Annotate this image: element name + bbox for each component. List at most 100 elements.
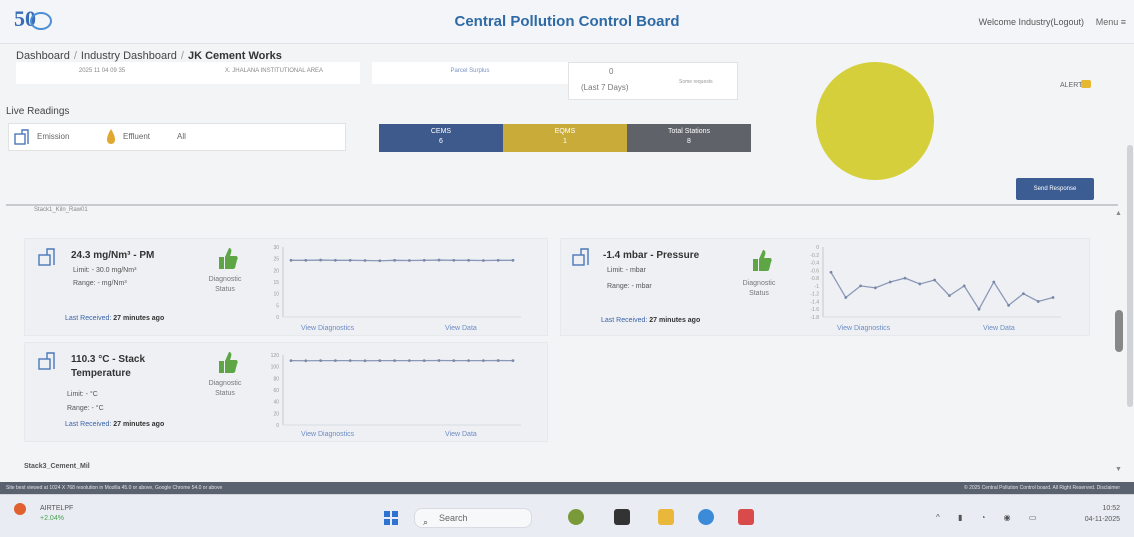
reading-card-pressure: -1.4 mbar - Pressure Limit: - mbar Range… <box>560 238 1090 336</box>
alert-count-period: (Last 7 Days) <box>581 83 629 92</box>
info-report-link[interactable]: Parcel Surplus <box>372 62 568 84</box>
chart-point <box>977 307 981 311</box>
reading-limit: Limit: - mbar <box>607 267 646 274</box>
last-received-time: 27 minutes ago <box>113 421 165 428</box>
page-scrollbar[interactable] <box>1127 145 1133 407</box>
reading-range: Range: - mbar <box>607 283 652 290</box>
breadcrumb-current: JK Cement Works <box>187 50 282 62</box>
taskbar-search[interactable]: ⌕ Search <box>414 508 532 528</box>
chart-tick-label: -1 <box>815 284 820 290</box>
chrome-icon[interactable] <box>698 509 714 525</box>
alert-count-note[interactable]: Some requests <box>679 79 713 85</box>
inner-scrollbar-thumb[interactable] <box>1115 310 1123 352</box>
chart-point <box>408 359 411 363</box>
page-title: Central Pollution Control Board <box>454 13 680 30</box>
chart-point <box>511 258 515 262</box>
chart-point <box>962 284 966 288</box>
windows-start-icon[interactable] <box>384 511 398 525</box>
chart-tick-label: 25 <box>273 257 279 263</box>
emission-icon <box>14 129 29 145</box>
status-circle <box>816 62 934 180</box>
system-tray[interactable]: ^ ▮ ◔ ◉ ▭ <box>936 513 1044 522</box>
chart-point <box>422 258 426 262</box>
clock-date: 04-11-2025 <box>1084 516 1120 523</box>
chart-point <box>334 258 337 262</box>
chart-point <box>903 276 907 280</box>
chart-point <box>859 284 862 288</box>
chart-point <box>933 278 936 282</box>
app-header: 50 Central Pollution Control Board Welco… <box>0 0 1134 44</box>
chart-point <box>1022 292 1025 296</box>
filter-effluent[interactable]: Effluent <box>123 132 150 141</box>
view-data-link[interactable]: View Data <box>445 431 477 438</box>
search-placeholder: Search <box>439 513 468 523</box>
app-icon-widgets[interactable] <box>568 509 584 525</box>
view-diagnostics-link[interactable]: View Diagnostics <box>837 325 890 332</box>
chart-tick-label: 0 <box>276 423 279 429</box>
welcome-logout-link[interactable]: Welcome Industry(Logout) <box>979 17 1084 27</box>
diagnostic-status-label: Diagnostic Status <box>208 276 242 293</box>
chart-tick-label: 40 <box>273 400 279 406</box>
chart-point <box>482 259 485 262</box>
chart-point <box>289 359 293 363</box>
diagnostic-status-label: Diagnostic Status <box>208 380 242 397</box>
reading-card-temperature: 110.3 °C - Stack Temperature Limit: - °C… <box>24 342 548 442</box>
chart-point <box>496 359 500 362</box>
view-diagnostics-link[interactable]: View Diagnostics <box>301 325 354 332</box>
view-data-link[interactable]: View Data <box>983 325 1015 332</box>
tile-total-label: Total Stations <box>667 128 711 135</box>
chart-tick-label: 0 <box>276 315 279 321</box>
tile-cems[interactable]: CEMS 6 <box>379 124 503 152</box>
last-received-label: Last Received: <box>65 421 112 428</box>
chart-series-line <box>830 271 1054 311</box>
last-received-time: 27 minutes ago <box>649 317 701 324</box>
reading-card-pm: 24.3 mg/Nm³ - PM Limit: - 30.0 mg/Nm³ Ra… <box>24 238 548 336</box>
menu-button[interactable]: Menu ≡ <box>1096 17 1126 27</box>
thumbs-up-icon <box>219 248 238 269</box>
diagnostic-status-label: Diagnostic Status <box>742 280 776 297</box>
scroll-up-arrow-icon[interactable]: ▲ <box>1115 210 1122 217</box>
tile-eqms-label: EQMS <box>554 128 576 135</box>
chart-tick-label: 120 <box>271 353 280 359</box>
send-response-button[interactable]: Send Response <box>1016 178 1094 200</box>
breadcrumb-industry-dashboard[interactable]: Industry Dashboard <box>81 50 177 62</box>
breadcrumb-dashboard[interactable]: Dashboard <box>16 50 70 62</box>
app-icon-taskview[interactable] <box>614 509 630 525</box>
site-footer: Site best viewed at 1024 X 768 resolutio… <box>0 482 1134 494</box>
view-data-link[interactable]: View Data <box>445 325 477 332</box>
filter-emission[interactable]: Emission <box>37 132 69 141</box>
chart-point <box>348 258 352 262</box>
chart-tick-label: -1.2 <box>810 292 819 298</box>
last-received: Last Received: 27 minutes ago <box>601 317 700 324</box>
chart-point <box>437 258 441 262</box>
tile-total-value: 8 <box>687 138 691 145</box>
chart-tick-label: 60 <box>273 388 279 394</box>
tile-total-stations[interactable]: Total Stations 8 <box>627 124 751 152</box>
last-received-label: Last Received: <box>65 315 112 322</box>
file-explorer-icon[interactable] <box>658 509 674 525</box>
breadcrumb-separator: / <box>180 50 184 62</box>
chart-tick-label: -1.8 <box>810 315 819 321</box>
chart-tick-label: -0.4 <box>810 261 819 267</box>
temperature-chart: 120 100 80 60 40 20 0 <box>271 353 521 429</box>
footer-copyright[interactable]: © 2025 Central Pollution Control board. … <box>964 482 1120 494</box>
scroll-down-arrow-icon[interactable]: ▼ <box>1115 466 1122 473</box>
view-diagnostics-link[interactable]: View Diagnostics <box>301 431 354 438</box>
tile-eqms[interactable]: EQMS 1 <box>503 124 627 152</box>
effluent-drop-icon <box>107 129 115 144</box>
filter-all[interactable]: All <box>177 132 186 141</box>
chart-point <box>482 359 485 363</box>
chart-point <box>1036 300 1040 303</box>
chart-tick-label: 20 <box>273 411 279 417</box>
chart-point <box>319 359 322 362</box>
app-icon-red[interactable] <box>738 509 754 525</box>
chart-tick-label: 100 <box>271 365 280 371</box>
reading-title: -1.4 mbar - Pressure <box>603 250 700 261</box>
weather-icon[interactable] <box>14 503 26 515</box>
chart-point <box>393 258 396 262</box>
clock[interactable]: 10:52 04-11-2025 <box>1070 503 1120 525</box>
chart-point <box>467 258 470 262</box>
chart-tick-label: 80 <box>273 376 279 382</box>
ticker-change: +2.04% <box>40 515 64 522</box>
chart-tick-label: 0 <box>816 245 819 251</box>
